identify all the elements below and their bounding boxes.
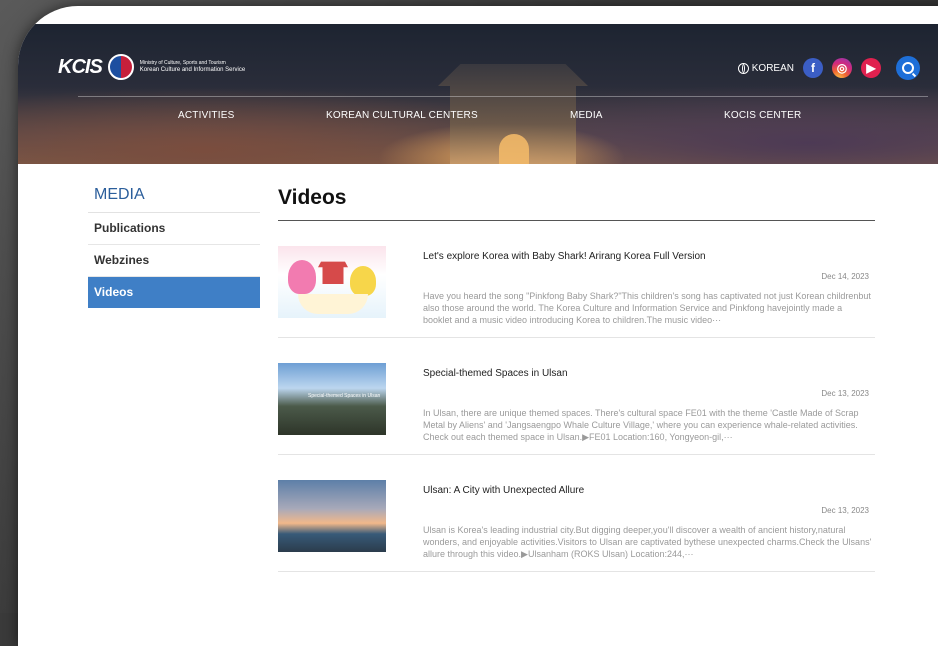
browser-viewport: KCIS Ministry of Culture, Sports and Tou… [18, 6, 938, 646]
nav-media[interactable]: MEDIA [570, 110, 603, 121]
video-date: Dec 14, 2023 [821, 272, 869, 281]
nav-activities[interactable]: ACTIVITIES [178, 110, 234, 121]
sidebar-title: MEDIA [88, 186, 260, 213]
site-logo[interactable]: KCIS Ministry of Culture, Sports and Tou… [58, 54, 245, 80]
palace-icon [318, 261, 348, 284]
video-thumbnail[interactable] [278, 480, 386, 552]
sidebar: MEDIA Publications Webzines Videos [88, 186, 260, 308]
nav-korean-cultural-centers[interactable]: KOREAN CULTURAL CENTERS [326, 110, 478, 121]
search-icon [902, 62, 914, 74]
search-button[interactable] [896, 56, 920, 80]
video-thumbnail[interactable]: Special-themed Spaces in Ulsan [278, 363, 386, 435]
taeguk-emblem-icon [107, 54, 134, 80]
video-date: Dec 13, 2023 [821, 506, 869, 515]
logo-wordmark: KCIS [58, 55, 103, 78]
thumbnail-caption: Special-themed Spaces in Ulsan [308, 393, 381, 399]
site-header: KCIS Ministry of Culture, Sports and Tou… [18, 24, 938, 164]
nav-kocis-center[interactable]: KOCIS CENTER [724, 110, 801, 121]
video-thumbnail[interactable] [278, 246, 386, 318]
instagram-icon[interactable]: ◎ [832, 58, 852, 78]
nav-divider [78, 96, 928, 97]
globe-icon [737, 62, 749, 74]
baby-shark-character-icon [350, 266, 376, 296]
video-title[interactable]: Let's explore Korea with Baby Shark! Ari… [423, 251, 706, 262]
youtube-icon[interactable]: ▶ [861, 58, 881, 78]
language-label: KOREAN [751, 62, 794, 74]
ministry-name: Ministry of Culture, Sports and Tourism [139, 60, 226, 66]
video-item[interactable]: Ulsan: A City with Unexpected Allure Dec… [278, 455, 875, 572]
video-description: In Ulsan, there are unique themed spaces… [423, 408, 859, 442]
sidebar-item-publications[interactable]: Publications [88, 213, 260, 245]
video-date: Dec 13, 2023 [821, 389, 869, 398]
video-title[interactable]: Ulsan: A City with Unexpected Allure [423, 485, 584, 496]
video-title[interactable]: Special-themed Spaces in Ulsan [423, 368, 568, 379]
video-item[interactable]: Let's explore Korea with Baby Shark! Ari… [278, 221, 875, 338]
gate-door-light [499, 134, 529, 164]
pinkfong-character-icon [288, 260, 316, 294]
facebook-icon[interactable]: f [803, 58, 823, 78]
page-title: Videos [278, 186, 875, 221]
video-description: Ulsan is Korea's leading industrial city… [423, 525, 872, 559]
main-nav: ACTIVITIES KOREAN CULTURAL CENTERS MEDIA… [18, 102, 938, 132]
language-selector[interactable]: KOREAN [737, 62, 794, 74]
book-icon [298, 294, 368, 314]
video-description: Have you heard the song "Pinkfong Baby S… [423, 291, 871, 325]
org-name: Korean Culture and Information Service [139, 67, 246, 73]
main-content: Videos Let's explore Korea with Baby Sha… [278, 186, 875, 572]
logo-subtitle: Ministry of Culture, Sports and Tourism … [140, 60, 245, 74]
sidebar-item-videos[interactable]: Videos [88, 277, 260, 308]
header-utilities: KOREAN f ◎ ▶ [737, 56, 920, 80]
sidebar-item-webzines[interactable]: Webzines [88, 245, 260, 277]
video-item[interactable]: Special-themed Spaces in Ulsan Special-t… [278, 338, 875, 455]
